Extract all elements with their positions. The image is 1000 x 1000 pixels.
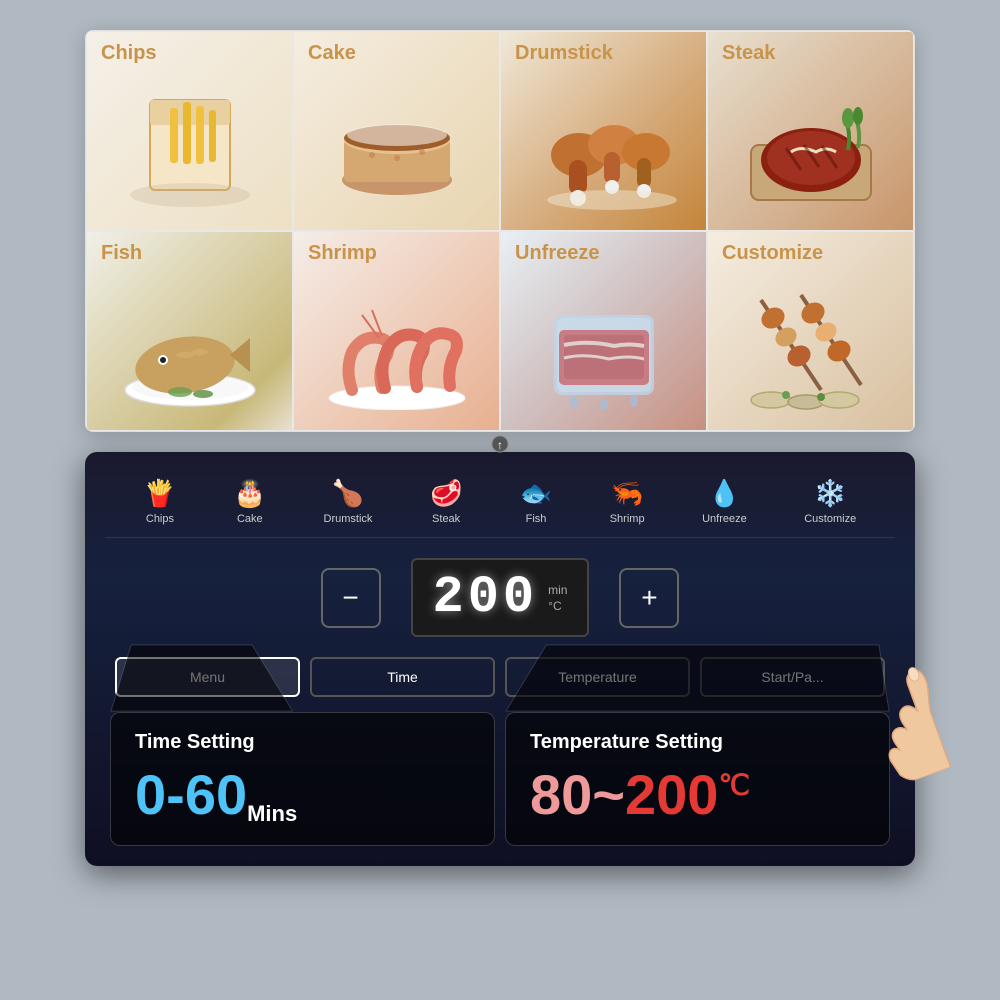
food-item-chips[interactable]: Chips	[86, 31, 293, 231]
start-pause-button[interactable]: Start/Pa...	[700, 657, 885, 697]
plus-button[interactable]: +	[619, 568, 679, 628]
food-label-drumstick: Drumstick	[515, 42, 613, 65]
temp-range-start: 80	[530, 763, 592, 826]
shrimp-mode-label: Shrimp	[610, 513, 645, 525]
time-button[interactable]: Time	[310, 657, 495, 697]
time-unit: Mins	[247, 801, 297, 826]
chips-icon: 🍟	[144, 478, 176, 509]
mode-steak[interactable]: 🥩 Steak	[430, 478, 462, 525]
food-image-customize	[708, 260, 913, 430]
customize-icon: ❄️	[814, 478, 846, 509]
unfreeze-icon: 💧	[708, 478, 740, 509]
svg-text:↑: ↑	[497, 438, 503, 452]
chips-mode-label: Chips	[146, 513, 174, 525]
food-image-chips	[87, 60, 292, 230]
food-image-fish	[87, 260, 292, 430]
food-item-drumstick[interactable]: Drumstick	[500, 31, 707, 231]
food-image-shrimp	[294, 260, 499, 430]
temp-unit: ℃	[718, 769, 749, 800]
time-setting-title: Time Setting	[135, 731, 470, 754]
time-setting-value: 0-60Mins	[135, 762, 470, 827]
temperature-setting-value: 80~200℃	[530, 762, 865, 827]
main-container: Chips Cake	[70, 30, 930, 970]
unfreeze-mode-label: Unfreeze	[702, 513, 747, 525]
temperature-display: 200	[433, 568, 539, 627]
mode-customize[interactable]: ❄️ Customize	[804, 478, 856, 525]
food-label-fish: Fish	[101, 242, 142, 265]
drumstick-mode-label: Drumstick	[324, 513, 373, 525]
temp-tilde: ~	[592, 763, 625, 826]
fish-icon: 🐟	[520, 478, 552, 509]
control-panel: 🍟 Chips 🎂 Cake 🍗 Drumstick 🥩 Steak 🐟 Fis…	[85, 452, 915, 866]
mode-fish[interactable]: 🐟 Fish	[520, 478, 552, 525]
food-item-shrimp[interactable]: Shrimp	[293, 231, 500, 431]
mode-icons-row: 🍟 Chips 🎂 Cake 🍗 Drumstick 🥩 Steak 🐟 Fis…	[105, 470, 895, 538]
mode-shrimp[interactable]: 🦐 Shrimp	[610, 478, 645, 525]
food-image-unfreeze	[501, 260, 706, 430]
panel-connector: ↑	[485, 434, 515, 460]
control-buttons-row: Menu Time Temperature Start/Pa...	[105, 657, 895, 697]
menu-button[interactable]: Menu	[115, 657, 300, 697]
mode-unfreeze[interactable]: 💧 Unfreeze	[702, 478, 747, 525]
customize-mode-label: Customize	[804, 513, 856, 525]
cake-icon: 🎂	[234, 478, 266, 509]
food-item-cake[interactable]: Cake	[293, 31, 500, 231]
temperature-setting-title: Temperature Setting	[530, 731, 865, 754]
time-setting-box: Time Setting 0-60Mins	[110, 712, 495, 846]
mode-cake[interactable]: 🎂 Cake	[234, 478, 266, 525]
time-range-end: 60	[185, 763, 247, 826]
cake-mode-label: Cake	[237, 513, 263, 525]
display-units: min °C	[548, 583, 567, 613]
food-label-unfreeze: Unfreeze	[515, 242, 599, 265]
food-image-drumstick	[501, 60, 706, 230]
steak-icon: 🥩	[430, 478, 462, 509]
mode-chips[interactable]: 🍟 Chips	[144, 478, 176, 525]
food-item-unfreeze[interactable]: Unfreeze	[500, 231, 707, 431]
food-label-cake: Cake	[308, 42, 356, 65]
food-item-steak[interactable]: Steak	[707, 31, 914, 231]
food-label-chips: Chips	[101, 42, 157, 65]
shrimp-icon: 🦐	[611, 478, 643, 509]
food-label-customize: Customize	[722, 242, 823, 265]
steak-mode-label: Steak	[432, 513, 460, 525]
food-label-shrimp: Shrimp	[308, 242, 377, 265]
minus-button[interactable]: −	[321, 568, 381, 628]
temp-range-end: 200	[625, 763, 718, 826]
time-dash: -	[166, 763, 185, 826]
temperature-setting-box: Temperature Setting 80~200℃	[505, 712, 890, 846]
food-grid-panel: Chips Cake	[85, 30, 915, 432]
bottom-info-row: Time Setting 0-60Mins Temperature Settin…	[105, 712, 895, 846]
time-range-start: 0	[135, 763, 166, 826]
drumstick-icon: 🍗	[332, 478, 364, 509]
food-item-fish[interactable]: Fish	[86, 231, 293, 431]
unit-min: min	[548, 583, 567, 597]
food-item-customize[interactable]: Customize	[707, 231, 914, 431]
mode-drumstick[interactable]: 🍗 Drumstick	[324, 478, 373, 525]
fish-mode-label: Fish	[526, 513, 547, 525]
digital-display: 200 min °C	[411, 558, 590, 637]
food-image-cake	[294, 60, 499, 230]
temperature-button[interactable]: Temperature	[505, 657, 690, 697]
food-image-steak	[708, 60, 913, 230]
food-label-steak: Steak	[722, 42, 775, 65]
unit-temp: °C	[548, 599, 567, 613]
display-row: − 200 min °C +	[105, 538, 895, 657]
